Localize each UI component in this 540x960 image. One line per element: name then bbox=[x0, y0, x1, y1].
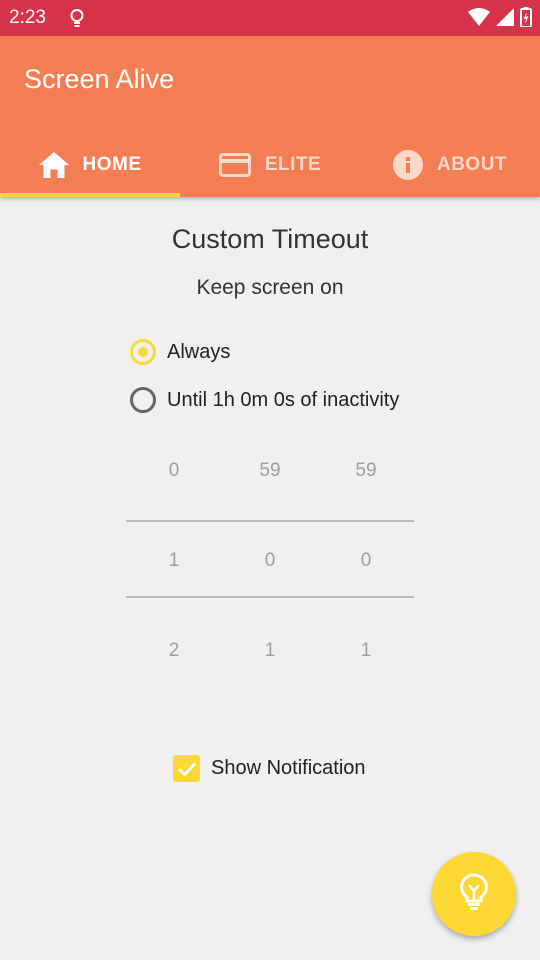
section-title: Custom Timeout bbox=[171, 224, 369, 254]
cellular-signal-icon bbox=[496, 8, 514, 31]
tab-indicator bbox=[0, 193, 180, 197]
radio-label-always: Always bbox=[167, 340, 231, 363]
credit-card-icon bbox=[218, 152, 251, 177]
wifi-icon bbox=[468, 8, 490, 31]
radio-option-always[interactable]: Always bbox=[130, 339, 230, 365]
minutes-selected-value: 0 bbox=[264, 550, 276, 571]
hours-selected-value: 1 bbox=[168, 550, 180, 571]
minutes-picker[interactable]: 59 0 1 bbox=[222, 460, 318, 670]
seconds-selected-value: 0 bbox=[360, 550, 372, 571]
show-notification-option[interactable]: Show Notification bbox=[173, 755, 366, 782]
app-bar: Screen Alive HOME ELITE ABOUT bbox=[0, 36, 540, 197]
seconds-next-value: 1 bbox=[360, 640, 372, 661]
tab-home[interactable]: HOME bbox=[0, 132, 180, 197]
lightbulb-icon bbox=[68, 8, 86, 33]
radio-button-until-inactivity[interactable] bbox=[130, 387, 156, 413]
battery-icon bbox=[520, 7, 532, 32]
tab-about[interactable]: ABOUT bbox=[360, 132, 540, 197]
status-bar: 2:23 bbox=[0, 0, 540, 36]
picker-divider-bottom bbox=[126, 596, 414, 598]
app-title: Screen Alive bbox=[24, 64, 175, 94]
home-icon bbox=[38, 151, 69, 178]
status-time: 2:23 bbox=[9, 7, 46, 28]
seconds-picker[interactable]: 59 0 1 bbox=[318, 460, 414, 670]
hours-next-value: 2 bbox=[168, 640, 180, 661]
radio-option-until-inactivity[interactable]: Until 1h 0m 0s of inactivity bbox=[130, 387, 399, 413]
radio-button-always[interactable] bbox=[130, 339, 156, 365]
show-notification-label: Show Notification bbox=[211, 757, 366, 779]
minutes-prev-value: 59 bbox=[259, 460, 281, 481]
show-notification-checkbox[interactable] bbox=[173, 755, 200, 782]
seconds-prev-value: 59 bbox=[355, 460, 377, 481]
info-icon bbox=[392, 149, 423, 180]
tab-elite-label: ELITE bbox=[264, 153, 322, 175]
checkmark-icon bbox=[177, 761, 196, 777]
tab-elite[interactable]: ELITE bbox=[180, 132, 360, 197]
hours-prev-value: 0 bbox=[168, 460, 180, 481]
section-subtitle: Keep screen on bbox=[196, 276, 344, 299]
hours-picker[interactable]: 0 1 2 bbox=[126, 460, 222, 670]
radio-label-until-inactivity: Until 1h 0m 0s of inactivity bbox=[167, 388, 400, 411]
toggle-screen-alive-button[interactable] bbox=[432, 852, 516, 936]
tab-about-label: ABOUT bbox=[436, 153, 508, 175]
lightbulb-icon bbox=[459, 872, 489, 916]
tab-home-label: HOME bbox=[82, 153, 142, 175]
picker-divider-top bbox=[126, 520, 414, 522]
minutes-next-value: 1 bbox=[264, 640, 276, 661]
